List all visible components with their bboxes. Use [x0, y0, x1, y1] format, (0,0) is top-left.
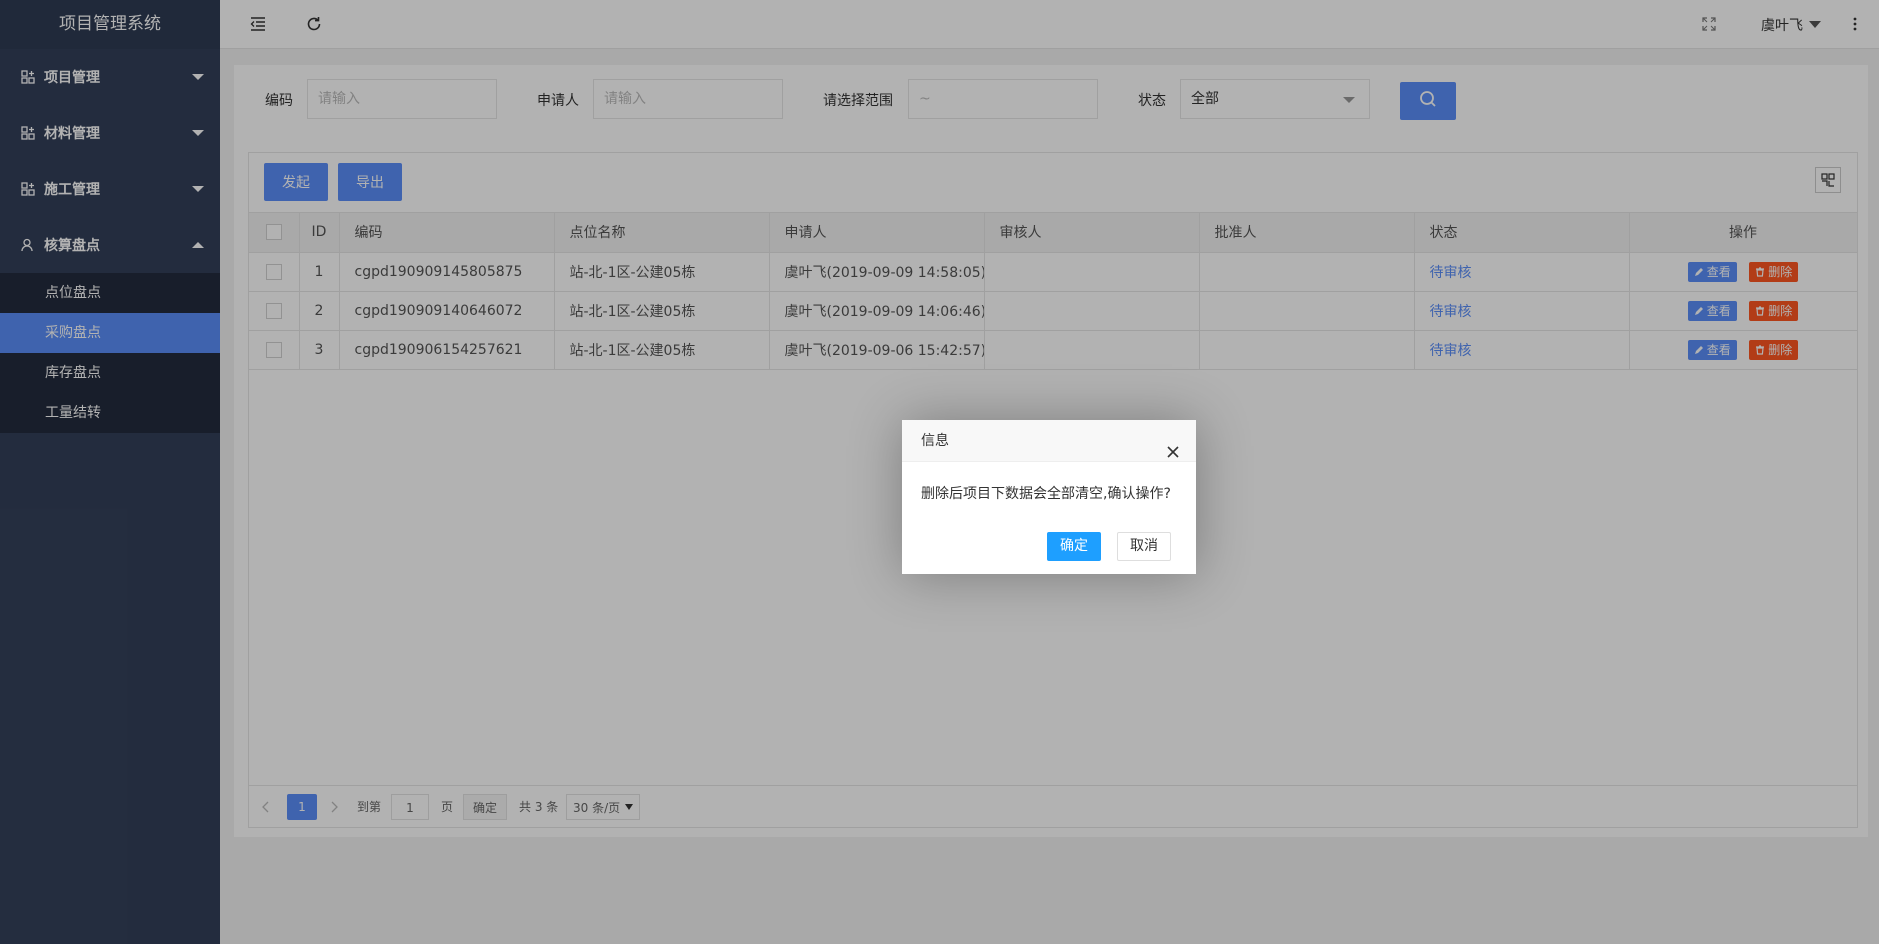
- dialog-cancel-button[interactable]: 取消: [1117, 532, 1171, 561]
- dialog-header: 信息: [902, 420, 1196, 462]
- dialog-message: 删除后项目下数据会全部清空,确认操作?: [921, 486, 1171, 502]
- dialog-title: 信息: [921, 433, 949, 449]
- confirm-dialog: 信息 删除后项目下数据会全部清空,确认操作? 确定 取消: [902, 420, 1196, 574]
- close-icon[interactable]: [1166, 434, 1180, 458]
- dialog-confirm-button[interactable]: 确定: [1047, 532, 1101, 561]
